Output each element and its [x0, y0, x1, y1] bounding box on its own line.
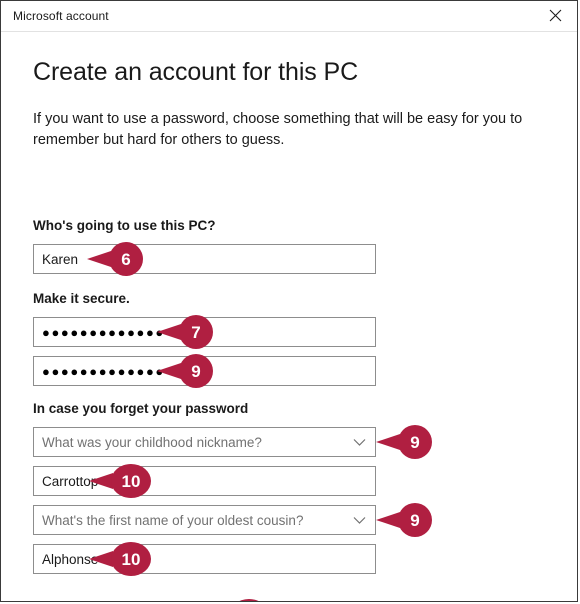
- callout-tail: [376, 434, 400, 450]
- security-question-one-value: What was your childhood nickname?: [42, 434, 262, 450]
- secure-label: Make it secure.: [33, 291, 130, 306]
- name-label: Who's going to use this PC?: [33, 218, 216, 233]
- callout-tail: [89, 551, 113, 567]
- page-description: If you want to use a password, choose so…: [33, 111, 523, 148]
- callout-number: 10: [111, 464, 151, 498]
- password-value: ●●●●●●●●●●●●●: [42, 324, 165, 340]
- callout-tail: [89, 473, 113, 489]
- callout-badge-7: 7: [157, 315, 213, 349]
- back-button[interactable]: Back: [441, 601, 549, 602]
- callout-tail: [157, 324, 181, 340]
- page-title: Create an account for this PC: [33, 58, 359, 86]
- user-name-value: Karen: [42, 251, 79, 267]
- callout-badge-11: 11: [229, 599, 269, 601]
- callout-badge-9-bottom: 9: [376, 503, 432, 537]
- close-icon: [549, 9, 562, 22]
- callout-number: 9: [398, 425, 432, 459]
- security-answer-two-input[interactable]: Alphonse: [33, 544, 376, 574]
- security-answer-one-input[interactable]: Carrottop: [33, 466, 376, 496]
- password-confirm-value: ●●●●●●●●●●●●●: [42, 363, 165, 379]
- microsoft-account-window: Microsoft account Create an account for …: [0, 0, 578, 602]
- callout-badge-10-bottom: 10: [89, 542, 151, 576]
- callout-badge-8: 9: [157, 354, 213, 388]
- callout-number: 6: [109, 242, 143, 276]
- security-question-one-dropdown[interactable]: What was your childhood nickname?: [33, 427, 376, 457]
- security-question-two-value: What's the first name of your oldest cou…: [42, 512, 304, 528]
- security-question-two-dropdown[interactable]: What's the first name of your oldest cou…: [33, 505, 376, 535]
- close-button[interactable]: [533, 1, 577, 30]
- dialog-content: Create an account for this PC If you wan…: [1, 58, 577, 601]
- callout-badge-10-top: 10: [89, 464, 151, 498]
- title-bar: Microsoft account: [1, 1, 577, 32]
- user-name-input[interactable]: Karen: [33, 244, 376, 274]
- callout-number: 11: [229, 599, 269, 601]
- callout-badge-9-top: 9: [376, 425, 432, 459]
- next-button[interactable]: Next: [292, 601, 400, 602]
- forgot-password-label: In case you forget your password: [33, 401, 249, 416]
- callout-tail: [376, 512, 400, 528]
- callout-number: 10: [111, 542, 151, 576]
- callout-badge-6: 6: [87, 242, 143, 276]
- chevron-down-icon: [353, 513, 366, 528]
- callout-tail: [157, 363, 181, 379]
- chevron-down-icon: [353, 435, 366, 450]
- callout-tail: [87, 251, 111, 267]
- callout-number: 7: [179, 315, 213, 349]
- callout-number: 9: [398, 503, 432, 537]
- window-title: Microsoft account: [13, 9, 109, 23]
- callout-number: 9: [179, 354, 213, 388]
